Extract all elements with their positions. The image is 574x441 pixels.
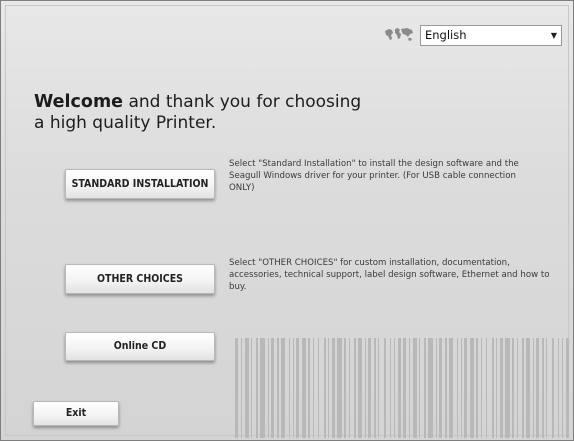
- barcode-bar: [436, 338, 437, 438]
- barcode-bar: [413, 338, 417, 438]
- barcode-bar: [390, 338, 391, 438]
- barcode-bar: [245, 338, 249, 438]
- barcode-bar: [546, 338, 547, 438]
- barcode-bar: [424, 338, 426, 438]
- barcode-bar: [368, 338, 371, 438]
- barcode-bar: [374, 338, 376, 438]
- barcode-bar: [522, 338, 524, 438]
- barcode-bar: [318, 338, 319, 438]
- barcode-bar: [558, 338, 559, 438]
- barcode-bar: [419, 338, 420, 438]
- barcode-bar: [552, 338, 554, 438]
- barcode-bar: [457, 338, 458, 438]
- barcode-bar: [394, 338, 395, 438]
- barcode-bar: [293, 338, 294, 438]
- barcode-bar: [296, 338, 299, 438]
- chevron-down-icon[interactable]: ▼: [551, 26, 557, 45]
- barcode-bar: [476, 338, 478, 438]
- barcode-bar: [492, 338, 494, 438]
- barcode-bar: [517, 338, 518, 438]
- barcode-bar: [378, 338, 379, 438]
- barcode-bar: [313, 338, 314, 438]
- barcode-bar: [308, 338, 310, 438]
- barcode-bar: [542, 338, 544, 438]
- barcode-bar: [271, 338, 274, 438]
- barcode-bar: [337, 338, 342, 438]
- barcode-bar: [500, 338, 503, 438]
- globe-map-icon: [385, 28, 413, 41]
- barcode-bar: [481, 338, 482, 438]
- barcode-bar: [536, 338, 539, 438]
- barcode-decoration: [235, 338, 569, 438]
- barcode-bar: [496, 338, 497, 438]
- barcode-bar: [344, 338, 346, 438]
- barcode-bar: [358, 338, 362, 438]
- welcome-word: Welcome: [34, 92, 124, 112]
- barcode-bar: [328, 338, 329, 438]
- barcode-bar: [332, 338, 335, 438]
- language-select[interactable]: English ▼: [420, 25, 562, 46]
- barcode-bar: [445, 338, 447, 438]
- barcode-bar: [384, 338, 386, 438]
- barcode-bar: [449, 338, 453, 438]
- barcode-bar: [461, 338, 462, 438]
- language-select-value: English: [425, 28, 467, 42]
- online-cd-button[interactable]: Online CD: [65, 332, 215, 361]
- barcode-bar: [235, 338, 238, 438]
- barcode-bar: [562, 338, 563, 438]
- barcode-bar: [526, 338, 530, 438]
- installer-window: English ▼ Welcome and thank you for choo…: [0, 0, 574, 441]
- barcode-bar: [256, 338, 258, 438]
- barcode-bar: [409, 338, 410, 438]
- barcode-bar: [439, 338, 442, 438]
- barcode-bar: [403, 338, 406, 438]
- barcode-bar: [241, 338, 242, 438]
- barcode-bar: [365, 338, 366, 438]
- barcode-bar: [302, 338, 306, 438]
- other-choices-description: Select "OTHER CHOICES" for custom instal…: [229, 258, 550, 292]
- barcode-bar: [289, 338, 290, 438]
- barcode-bar: [277, 338, 279, 438]
- barcode-bar: [566, 338, 569, 438]
- welcome-line1-rest: and thank you for choosing: [123, 92, 362, 112]
- exit-button[interactable]: Exit: [33, 401, 119, 426]
- barcode-bar: [281, 338, 285, 438]
- barcode-bar: [512, 338, 514, 438]
- barcode-bar: [505, 338, 510, 438]
- standard-installation-description: Select "Standard Installation" to instal…: [229, 159, 519, 193]
- welcome-heading: Welcome and thank you for choosing a hig…: [34, 92, 404, 134]
- barcode-bar: [324, 338, 326, 438]
- barcode-bar: [486, 338, 487, 438]
- barcode-bar: [533, 338, 534, 438]
- barcode-bar: [260, 338, 265, 438]
- other-choices-button[interactable]: OTHER CHOICES: [65, 264, 215, 294]
- barcode-bar: [398, 338, 401, 438]
- barcode-bar: [251, 338, 252, 438]
- barcode-bar: [354, 338, 356, 438]
- barcode-bar: [349, 338, 350, 438]
- barcode-bar: [428, 338, 433, 438]
- barcode-bar: [470, 338, 474, 438]
- barcode-bar: [464, 338, 467, 438]
- standard-installation-button[interactable]: STANDARD INSTALLATION: [65, 169, 215, 199]
- welcome-line2: a high quality Printer.: [34, 113, 217, 133]
- barcode-bar: [268, 338, 269, 438]
